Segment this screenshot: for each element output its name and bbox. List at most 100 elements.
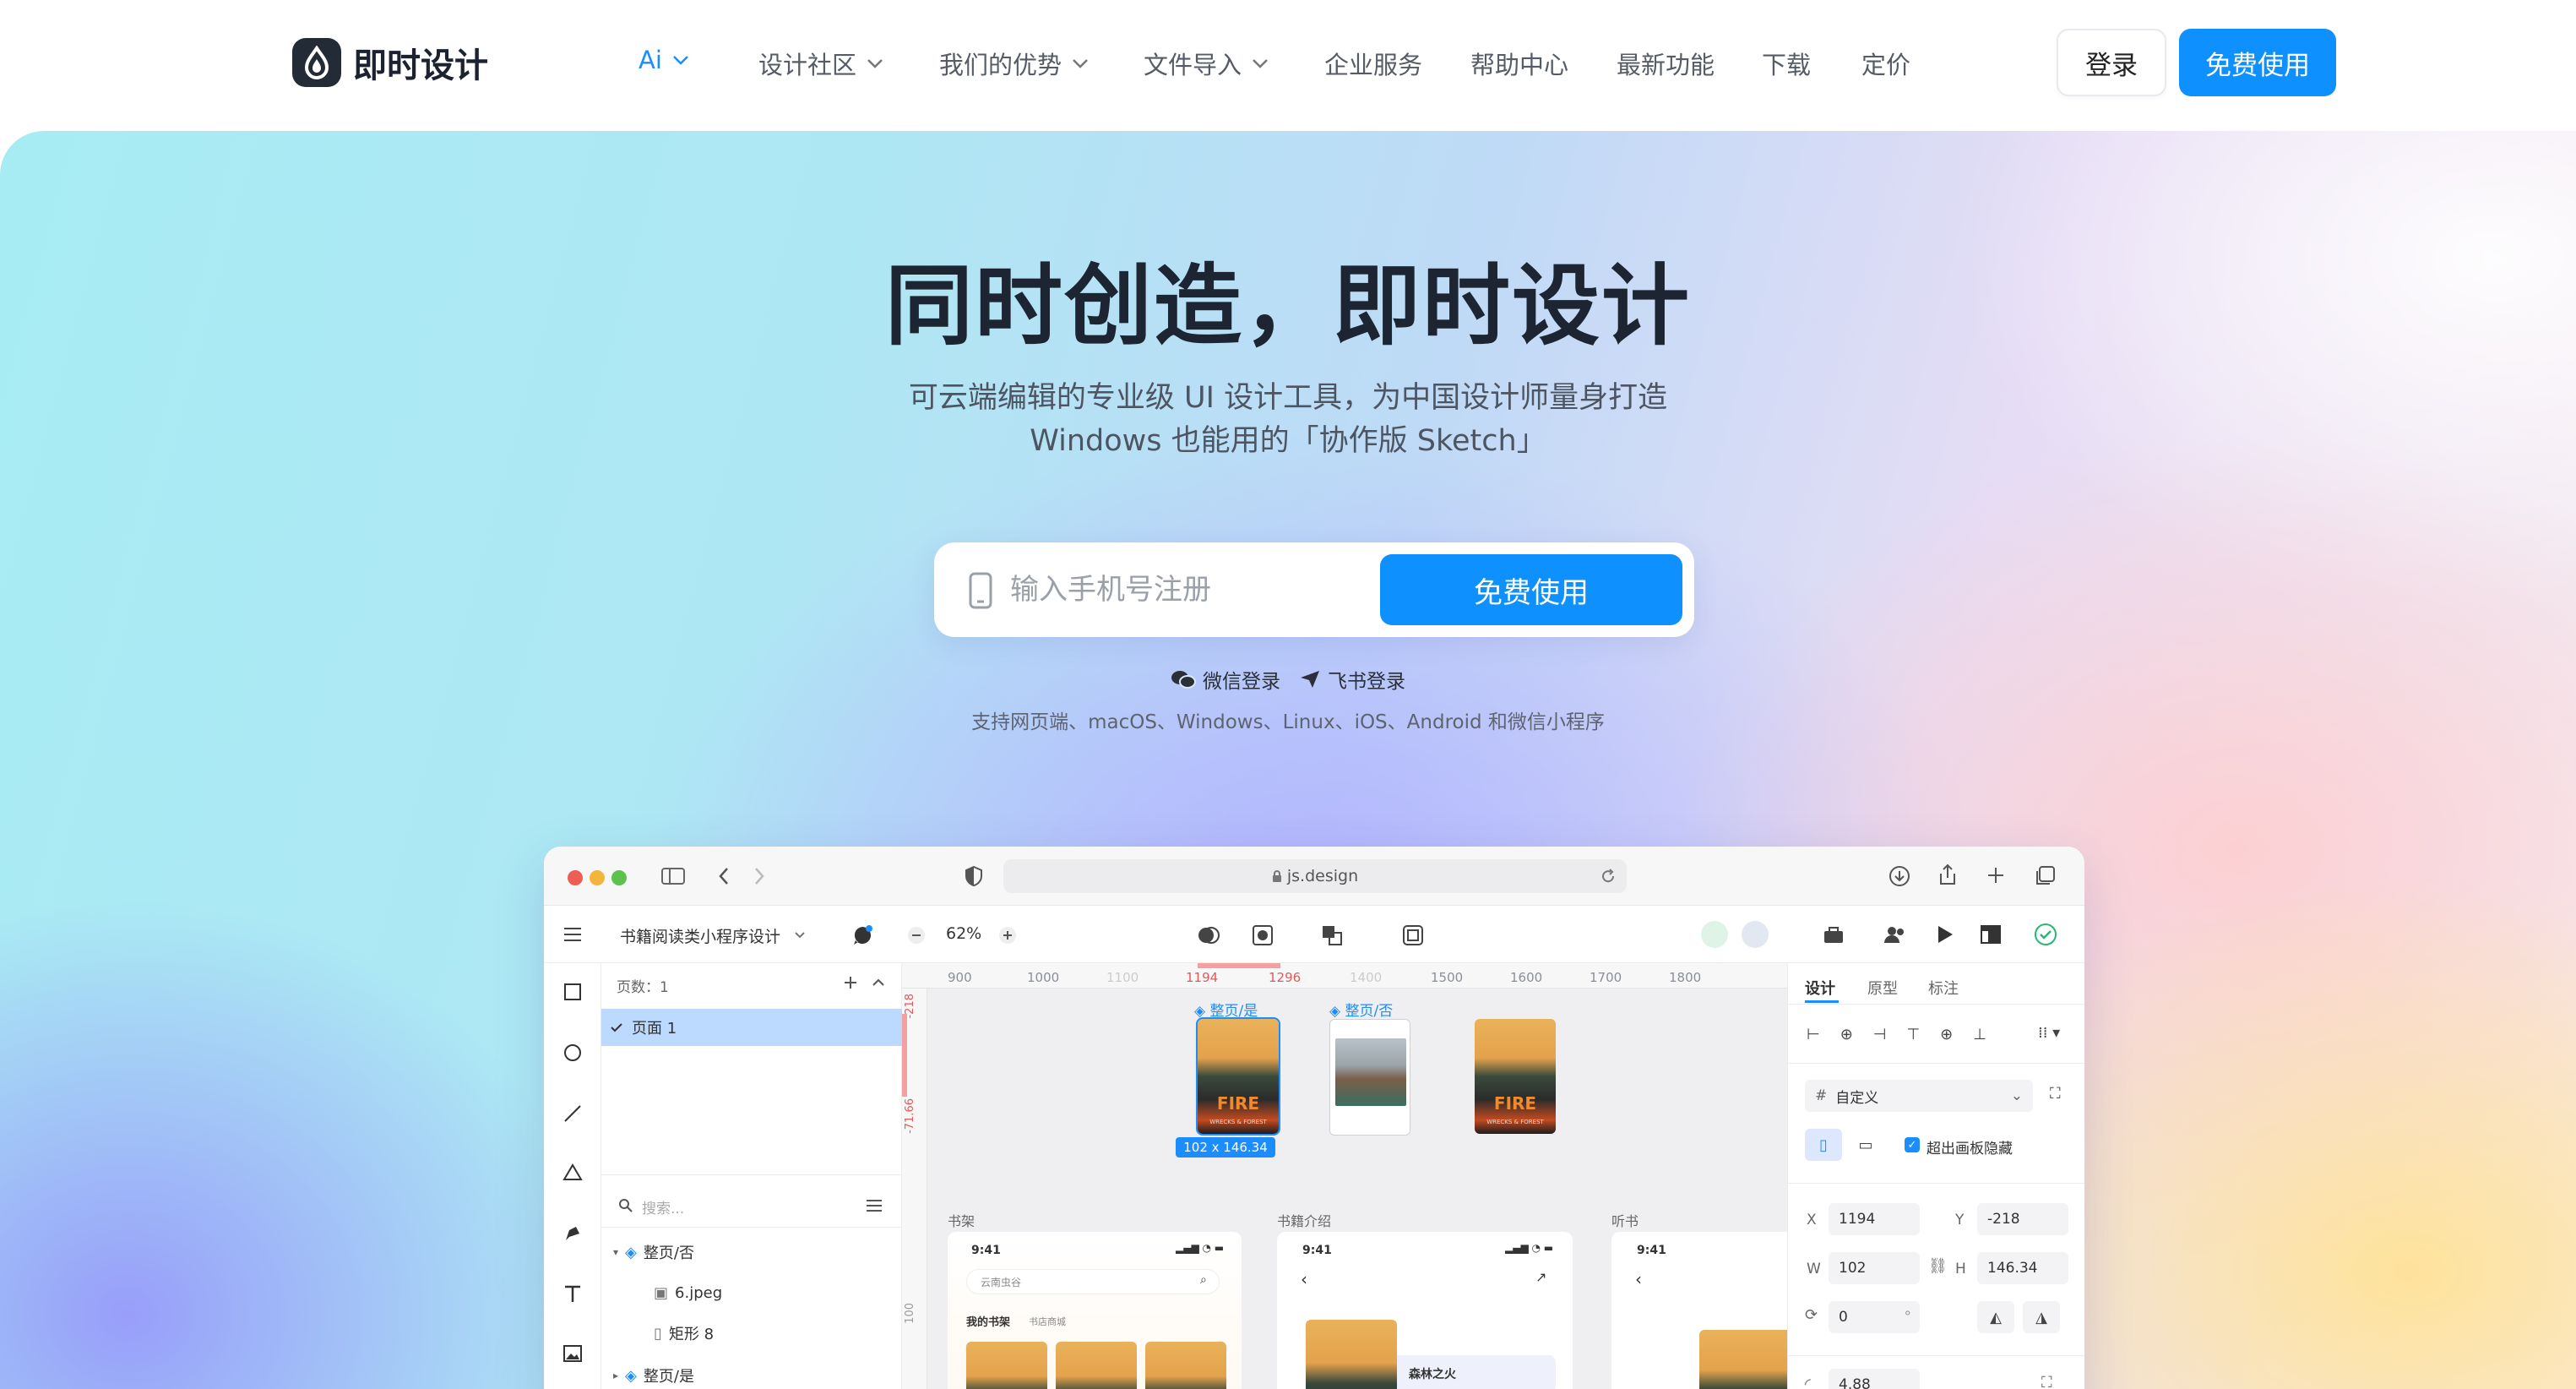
maximize-dot-icon[interactable] xyxy=(611,870,627,885)
layout-icon[interactable] xyxy=(1980,924,2002,945)
collaborator-avatar[interactable] xyxy=(1742,921,1769,948)
chevron-up-icon[interactable] xyxy=(872,978,885,987)
frame-label[interactable]: ◈ 整页/是 xyxy=(1194,999,1258,1020)
collaborator-avatar[interactable] xyxy=(1701,921,1728,948)
shelf-book[interactable] xyxy=(1145,1342,1226,1389)
width-input[interactable]: 102 xyxy=(1829,1252,1920,1284)
frame-section-label[interactable]: 书架 xyxy=(948,1210,975,1230)
play-icon[interactable] xyxy=(1936,924,1954,945)
flip-horizontal-icon[interactable]: ◭ xyxy=(1977,1301,2014,1333)
back-arrow-icon[interactable] xyxy=(718,867,730,885)
image-tool-icon[interactable] xyxy=(562,1343,583,1364)
download-icon[interactable] xyxy=(1889,865,1910,887)
screen-tab[interactable]: 我的书架 xyxy=(966,1313,1010,1329)
layer-item[interactable]: ▣ 6.jpeg xyxy=(601,1274,902,1311)
zoom-out-icon[interactable] xyxy=(907,926,926,945)
layer-item[interactable]: ▸ ◈ 整页/是 xyxy=(601,1357,902,1389)
landscape-orientation-icon[interactable]: ▭ xyxy=(1847,1129,1884,1161)
flip-vertical-icon[interactable]: ◮ xyxy=(2023,1301,2060,1333)
forward-arrow-icon[interactable] xyxy=(753,867,765,885)
boolean-tool-icon[interactable] xyxy=(1196,924,1221,946)
shelf-book[interactable] xyxy=(966,1342,1047,1389)
nav-item-pricing[interactable]: 定价 xyxy=(1861,46,1910,81)
text-tool-icon[interactable] xyxy=(562,1284,583,1305)
independent-corners-icon[interactable]: ⛶ xyxy=(2041,1374,2052,1389)
align-left-icon[interactable]: ⊢ xyxy=(1807,1026,1820,1043)
audiobook-cover[interactable] xyxy=(1699,1330,1787,1389)
layer-item[interactable]: ▯ 矩形 8 xyxy=(601,1315,902,1352)
ellipse-tool-icon[interactable] xyxy=(562,1043,583,1063)
frame-section-label[interactable]: 听书 xyxy=(1611,1210,1639,1230)
frame-section-label[interactable]: 书籍介绍 xyxy=(1277,1210,1331,1230)
book-intro-screen[interactable]: 9:41 ▂▄▆ ◔ ▬ ‹ ↗ 森林之火 xyxy=(1277,1232,1573,1389)
new-tab-plus-icon[interactable] xyxy=(1986,866,2005,885)
height-input[interactable]: 146.34 xyxy=(1977,1252,2068,1284)
nav-item-help[interactable]: 帮助中心 xyxy=(1470,46,1568,81)
hero-free-use-button[interactable]: 免费使用 xyxy=(1380,554,1682,625)
share-users-icon[interactable] xyxy=(1883,924,1907,945)
zoom-level[interactable]: 62% xyxy=(946,924,981,943)
component-icon[interactable] xyxy=(1321,924,1346,946)
phone-number-input[interactable] xyxy=(1010,568,1432,612)
book-cover-selected[interactable]: FIRE WRECKS & FOREST xyxy=(1196,1017,1280,1136)
pen-tool-icon[interactable] xyxy=(562,1223,583,1244)
expand-caret-icon[interactable]: ▾ xyxy=(613,1246,618,1258)
comment-icon[interactable] xyxy=(851,924,873,946)
corner-radius-input[interactable]: 4.88 xyxy=(1829,1369,1920,1389)
expand-caret-icon[interactable]: ▸ xyxy=(613,1370,618,1381)
portrait-orientation-icon[interactable]: ▯ xyxy=(1805,1129,1842,1161)
nav-item-ai[interactable]: Ai xyxy=(639,46,689,74)
nav-item-design-community[interactable]: 设计社区 xyxy=(758,46,883,81)
align-top-icon[interactable]: ⊤ xyxy=(1906,1026,1920,1043)
layer-search-input[interactable]: 搜索... xyxy=(642,1196,684,1217)
layer-item[interactable]: ▾ ◈ 整页/否 xyxy=(601,1234,902,1271)
distribute-grid-icon[interactable]: ⁞⁞ ▾ xyxy=(2038,1024,2060,1042)
x-input[interactable]: 1194 xyxy=(1829,1203,1920,1235)
tab-prototype[interactable]: 原型 xyxy=(1867,977,1898,999)
frame-icon[interactable] xyxy=(1402,924,1424,946)
address-bar[interactable]: js.design xyxy=(1003,859,1627,893)
fit-frame-icon[interactable]: ⛶ xyxy=(2050,1085,2061,1103)
line-tool-icon[interactable] xyxy=(562,1103,583,1124)
triangle-tool-icon[interactable] xyxy=(562,1163,583,1183)
file-name[interactable]: 书籍阅读类小程序设计 xyxy=(620,924,780,947)
chevron-down-icon[interactable] xyxy=(794,931,806,940)
bookshelf-screen[interactable]: 9:41 ▂▄▆ ◔ ▬ 云南虫谷 ⌕ 我的书架 书店商城 xyxy=(948,1232,1242,1389)
nav-item-whats-new[interactable]: 最新功能 xyxy=(1617,46,1715,81)
align-center-h-icon[interactable]: ⊕ xyxy=(1840,1026,1853,1043)
nav-item-download[interactable]: 下载 xyxy=(1762,46,1811,81)
shield-icon[interactable] xyxy=(965,865,983,887)
y-input[interactable]: -218 xyxy=(1977,1203,2068,1235)
minimize-dot-icon[interactable] xyxy=(590,870,605,885)
align-center-v-icon[interactable]: ⊕ xyxy=(1940,1026,1953,1043)
rectangle-tool-icon[interactable] xyxy=(562,982,583,1002)
featured-book-cover[interactable] xyxy=(1306,1320,1397,1389)
shelf-book[interactable] xyxy=(1056,1342,1137,1389)
nav-item-file-import[interactable]: 文件导入 xyxy=(1144,46,1269,81)
nav-item-enterprise[interactable]: 企业服务 xyxy=(1324,46,1422,81)
align-right-icon[interactable]: ⊣ xyxy=(1873,1026,1887,1043)
screen-search-bar[interactable]: 云南虫谷 ⌕ xyxy=(966,1269,1220,1294)
align-bottom-icon[interactable]: ⊥ xyxy=(1973,1026,1986,1043)
frame-label[interactable]: ◈ 整页/否 xyxy=(1329,999,1393,1020)
mask-icon[interactable] xyxy=(1252,924,1274,946)
back-chevron-icon[interactable]: ‹ xyxy=(1635,1269,1642,1289)
book-photo-card[interactable] xyxy=(1329,1019,1410,1136)
share-out-icon[interactable]: ↗ xyxy=(1535,1269,1546,1285)
tab-design[interactable]: 设计 xyxy=(1805,977,1835,999)
menu-icon[interactable] xyxy=(562,926,583,943)
filter-icon[interactable] xyxy=(865,1198,883,1213)
clip-content-checkbox[interactable]: ✓ xyxy=(1905,1137,1920,1152)
reload-icon[interactable] xyxy=(1600,868,1617,885)
tab-annotation[interactable]: 标注 xyxy=(1928,977,1959,999)
wechat-login-link[interactable]: 微信登录 xyxy=(1171,665,1280,694)
rotation-input[interactable]: 0 ° xyxy=(1829,1301,1920,1333)
constrain-proportions-icon[interactable]: ⛓ xyxy=(1928,1257,1948,1275)
page-item[interactable]: 页面 1 xyxy=(601,1009,902,1046)
tabs-overview-icon[interactable] xyxy=(2034,865,2056,887)
sidebar-toggle-icon[interactable] xyxy=(660,867,686,885)
free-use-button[interactable]: 免费使用 xyxy=(2179,29,2336,96)
back-chevron-icon[interactable]: ‹ xyxy=(1301,1269,1307,1289)
design-canvas[interactable]: 900 1000 1100 1194 1296 1400 1500 1600 1… xyxy=(902,963,1787,1389)
frame-type-select[interactable]: # 自定义 ⌄ xyxy=(1805,1080,2033,1112)
